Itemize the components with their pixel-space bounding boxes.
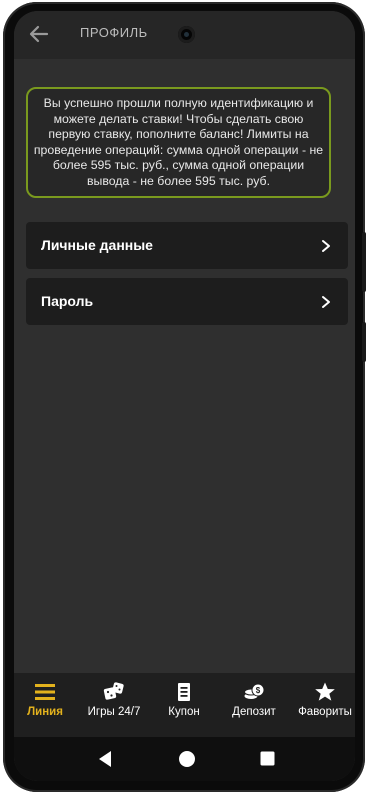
nav-label: Купон — [168, 706, 200, 718]
page-title: ПРОФИЛЬ — [80, 25, 148, 40]
menu-item-personal-data[interactable]: Личные данные — [26, 222, 348, 269]
dice-icon — [103, 682, 124, 700]
nav-label: Фавориты — [298, 706, 352, 718]
top-app-bar: ПРОФИЛЬ — [14, 11, 355, 59]
star-icon — [315, 682, 335, 701]
nav-item-coupon[interactable]: Купон — [150, 681, 218, 733]
system-navigation-bar — [14, 737, 355, 781]
phone-frame: ПРОФИЛЬ Вы успешно прошли полную идентиф… — [3, 2, 366, 792]
nav-item-favorites[interactable]: Фавориты — [291, 681, 355, 733]
power-button — [362, 322, 366, 362]
back-triangle-icon[interactable] — [97, 750, 113, 768]
nav-label: Игры 24/7 — [87, 706, 141, 718]
nav-item-deposit[interactable]: $ Депозит — [220, 681, 288, 733]
menu-item-label: Пароль — [41, 293, 94, 309]
svg-text:$: $ — [256, 686, 261, 695]
home-circle-icon[interactable] — [178, 750, 196, 768]
nav-item-games[interactable]: Игры 24/7 — [80, 681, 148, 733]
recents-square-icon[interactable] — [260, 751, 275, 766]
verification-notice: Вы успешно прошли полную идентификацию и… — [26, 87, 331, 198]
chevron-right-icon — [322, 296, 330, 308]
menu-lines-icon — [35, 684, 55, 700]
nav-item-line[interactable]: Линия — [14, 681, 79, 733]
nav-label: Депозит — [232, 706, 276, 718]
arrow-left-icon[interactable] — [28, 23, 50, 45]
nav-label: Линия — [27, 706, 63, 718]
coins-icon: $ — [244, 683, 265, 699]
front-camera — [178, 26, 195, 43]
menu-item-password[interactable]: Пароль — [26, 278, 348, 325]
notice-text: Вы успешно прошли полную идентификацию и… — [33, 96, 324, 188]
bottom-navigation: Линия Игры 24/7 Купон $ Депозит Фавориты — [14, 673, 355, 737]
volume-button — [362, 232, 366, 292]
coupon-icon — [178, 683, 190, 701]
menu-item-label: Личные данные — [41, 237, 153, 253]
app-screen: ПРОФИЛЬ Вы успешно прошли полную идентиф… — [14, 11, 355, 781]
chevron-right-icon — [322, 240, 330, 252]
